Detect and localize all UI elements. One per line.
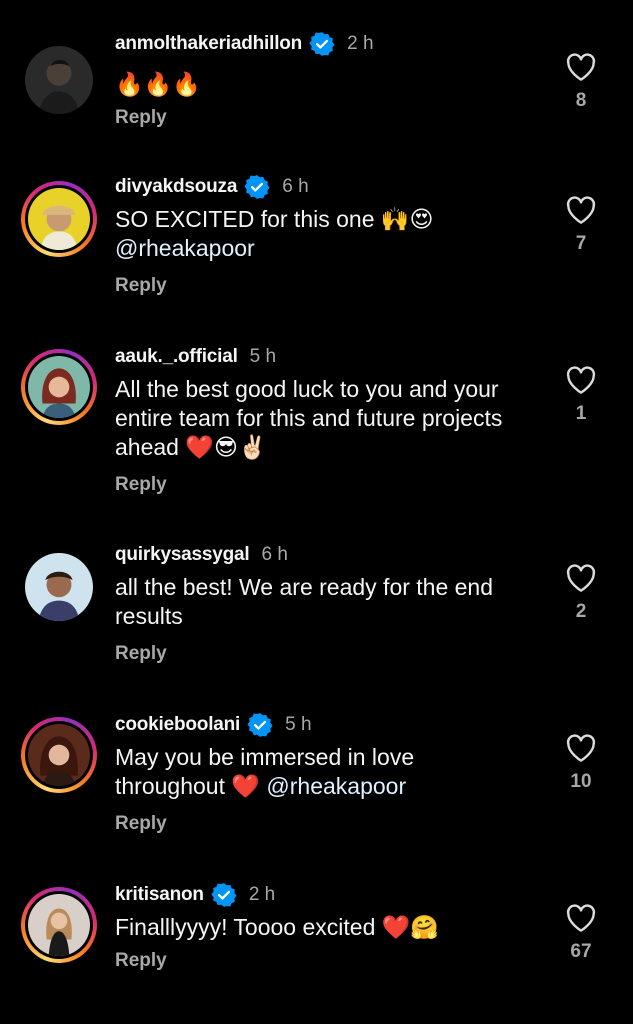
like-count: 7 (575, 233, 587, 254)
reply-button[interactable]: Reply (115, 813, 545, 835)
like-count: 8 (575, 90, 587, 111)
heart-outline-icon[interactable] (560, 365, 602, 395)
comment-body: SO EXCITED for this one 🙌😍 (115, 206, 434, 232)
timestamp: 2 h (248, 884, 276, 905)
reply-button[interactable]: Reply (115, 474, 545, 496)
heart-outline-icon[interactable] (560, 195, 602, 225)
like-count: 1 (575, 403, 587, 424)
heart-outline-icon[interactable] (560, 52, 602, 82)
heart-outline-icon[interactable] (560, 563, 602, 593)
username[interactable]: aauk._.official (115, 346, 238, 368)
verified-badge-icon (211, 882, 237, 908)
avatar[interactable] (21, 181, 97, 257)
like-control: 2 (560, 563, 602, 623)
like-control: 8 (560, 52, 602, 112)
avatar[interactable] (21, 887, 97, 963)
comment-text: Finalllyyyy! Toooo excited ❤️🤗 (115, 914, 440, 940)
like-control: 67 (560, 903, 602, 963)
heart-outline-icon[interactable] (560, 733, 602, 763)
comment-text: SO EXCITED for this one 🙌😍 @rheakapoor (115, 205, 475, 263)
avatar[interactable] (21, 349, 97, 425)
comment-text: 🔥🔥🔥 (115, 71, 201, 97)
username[interactable]: anmolthakeriadhillon (115, 33, 302, 55)
username[interactable]: cookieboolani (115, 714, 240, 736)
reply-button[interactable]: Reply (115, 107, 545, 129)
reply-button[interactable]: Reply (115, 275, 545, 297)
reply-button[interactable]: Reply (115, 643, 545, 665)
comment-text: All the best good luck to you and your e… (115, 376, 503, 460)
verified-badge-icon (244, 174, 270, 200)
like-count: 67 (570, 941, 592, 962)
avatar[interactable] (21, 717, 97, 793)
reply-button[interactable]: Reply (115, 950, 545, 972)
mention-link[interactable]: @rheakapoor (115, 235, 255, 261)
timestamp: 6 h (261, 544, 288, 565)
heart-outline-icon[interactable] (560, 903, 602, 933)
comment-text: all the best! We are ready for the end r… (115, 574, 494, 629)
like-count: 10 (570, 771, 592, 792)
like-count: 2 (575, 601, 587, 622)
verified-badge-icon (247, 712, 273, 738)
timestamp: 2 h (347, 33, 374, 54)
comment-text: May you be immersed in love throughout ❤… (115, 743, 475, 801)
verified-badge-icon (309, 31, 335, 57)
username[interactable]: quirkysassygal (115, 544, 250, 566)
username[interactable]: divyakdsouza (115, 176, 237, 198)
avatar[interactable] (21, 42, 97, 118)
like-control: 10 (560, 733, 602, 793)
like-control: 7 (560, 195, 602, 255)
timestamp: 6 h (282, 176, 309, 197)
mention-link[interactable]: @rheakapoor (266, 773, 406, 799)
avatar[interactable] (21, 549, 97, 625)
like-control: 1 (560, 365, 602, 425)
timestamp: 5 h (285, 714, 312, 735)
username[interactable]: kritisanon (115, 884, 204, 906)
timestamp: 5 h (249, 346, 277, 367)
